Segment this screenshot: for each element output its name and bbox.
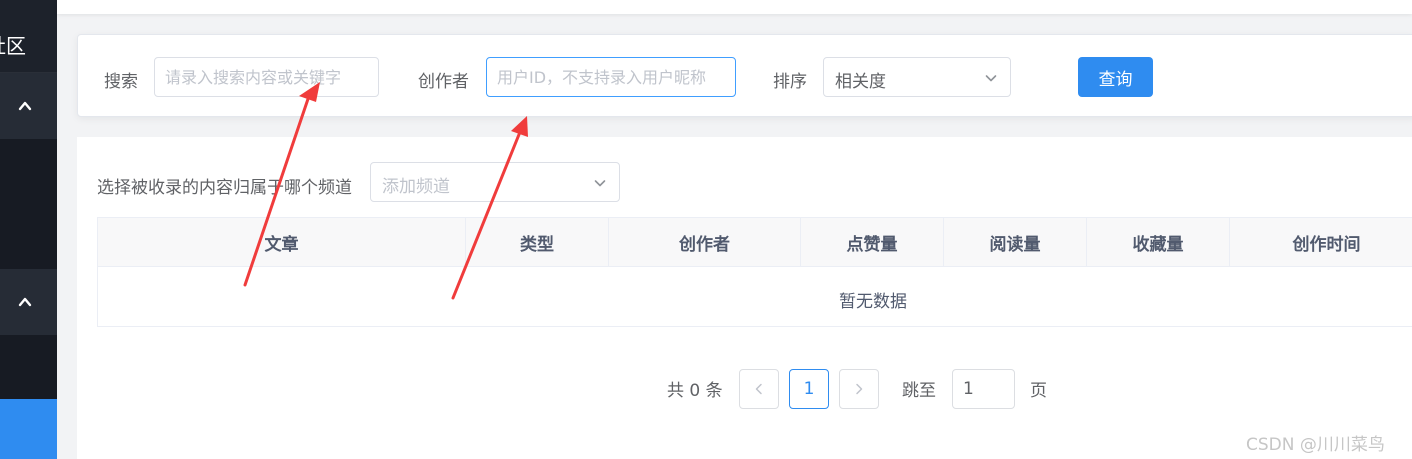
jump-to-label: 跳至: [902, 381, 936, 401]
chevron-down-icon: [985, 72, 997, 84]
sort-select-value: 相关度: [835, 72, 886, 92]
jump-page-input[interactable]: [952, 369, 1015, 409]
articles-table: 文章 类型 创作者 点赞量 阅读量 收藏量 创作时间 暂无数据: [97, 217, 1412, 327]
channel-label: 选择被收录的内容归属于哪个频道: [97, 178, 352, 198]
pagination-total: 共 0 条: [667, 381, 723, 401]
keyword-input[interactable]: [154, 57, 379, 97]
prev-page-button[interactable]: [739, 369, 779, 409]
results-panel: 选择被收录的内容归属于哪个频道 添加频道 文章 类型 创作者 点赞量 阅读量 收…: [77, 137, 1412, 459]
channel-select-placeholder: 添加频道: [382, 177, 450, 197]
top-header: [57, 0, 1412, 14]
sidebar-brand-text: 社区: [0, 34, 26, 58]
sidebar: 社区: [0, 0, 57, 459]
search-form: 搜索 创作者 排序 相关度 查询: [77, 34, 1412, 117]
page-suffix-label: 页: [1030, 381, 1047, 401]
table-empty-text: 暂无数据: [839, 292, 907, 312]
sidebar-brand[interactable]: 社区: [0, 0, 57, 73]
pagination: 共 0 条 1 跳至 页: [77, 369, 1412, 409]
watermark: CSDN @川川菜鸟: [1246, 435, 1385, 455]
channel-select[interactable]: 添加频道: [370, 162, 620, 202]
app-root: 社区 搜索 创作者 排序 相关度 查询 选择被收录的内容: [0, 0, 1412, 459]
keyword-label: 搜索: [104, 72, 138, 92]
chevron-down-icon: [594, 177, 606, 189]
chevron-right-icon: [853, 383, 865, 395]
author-label: 创作者: [418, 72, 469, 92]
chevron-up-icon: [18, 295, 32, 309]
chevron-up-icon: [18, 99, 32, 113]
chevron-left-icon: [753, 383, 765, 395]
table-body: 暂无数据: [98, 218, 1412, 328]
query-button[interactable]: 查询: [1078, 57, 1153, 97]
page-number-button[interactable]: 1: [789, 369, 829, 409]
next-page-button[interactable]: [839, 369, 879, 409]
sidebar-group-toggle[interactable]: [0, 269, 57, 335]
sort-label: 排序: [773, 72, 807, 92]
sidebar-group-toggle[interactable]: [0, 73, 57, 139]
sort-select[interactable]: 相关度: [823, 57, 1011, 97]
sidebar-item-active[interactable]: [0, 399, 57, 459]
author-id-input[interactable]: [486, 57, 736, 97]
